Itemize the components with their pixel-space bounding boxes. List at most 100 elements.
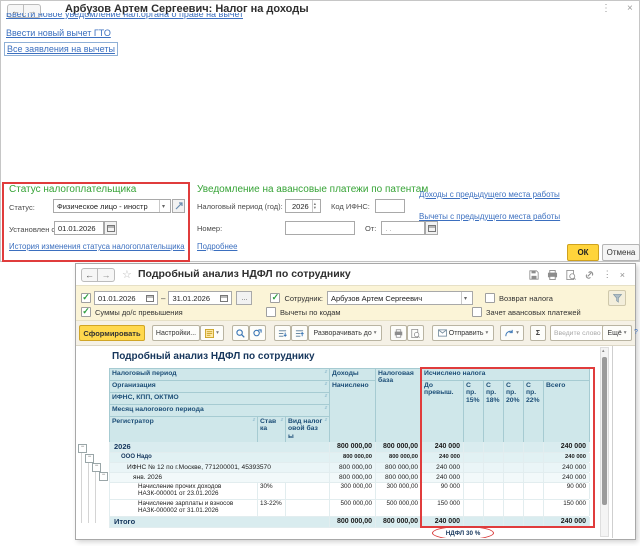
header-period[interactable]: Налоговый период↓↑ bbox=[110, 369, 330, 381]
tax-refund-checkbox[interactable] bbox=[485, 293, 495, 303]
header-total[interactable]: Всего bbox=[544, 381, 590, 443]
advance-offset-checkbox[interactable] bbox=[472, 307, 482, 317]
calendar-icon[interactable] bbox=[146, 294, 154, 302]
close-icon[interactable]: × bbox=[627, 4, 633, 14]
header-ifns[interactable]: ИФНС, КПП, ОКТМО↓↑ bbox=[110, 393, 330, 405]
header-tax-base-kind[interactable]: Вид налоговой базы↓↑ bbox=[286, 417, 330, 443]
cancel-button[interactable]: Отмена bbox=[602, 244, 640, 261]
period-input[interactable]: 2026 ▴▾ bbox=[285, 199, 321, 213]
more-actions-button[interactable]: Ещё▾ bbox=[602, 325, 632, 341]
help-link[interactable]: ? bbox=[634, 329, 638, 336]
tree-collapse-box[interactable]: − bbox=[78, 444, 87, 453]
preview-button[interactable] bbox=[407, 325, 424, 341]
find-next-button[interactable] bbox=[249, 325, 266, 341]
vertical-scrollbar[interactable]: ▴ bbox=[600, 347, 609, 537]
sort-icon[interactable]: ↓↑ bbox=[324, 370, 327, 379]
header-organization[interactable]: Организация↓↑ bbox=[110, 381, 330, 393]
link-previous-deductions[interactable]: Вычеты с предыдущего места работы bbox=[419, 212, 560, 221]
tree-collapse-box[interactable]: − bbox=[92, 463, 101, 472]
sort-icon[interactable]: ↓↑ bbox=[324, 406, 327, 415]
employee-checkbox[interactable]: ✓ bbox=[270, 293, 280, 303]
forward-button[interactable]: → bbox=[98, 268, 115, 282]
excess-sums-checkbox[interactable]: ✓ bbox=[81, 307, 91, 317]
header-month[interactable]: Месяц налогового периода↓↑ bbox=[110, 405, 330, 417]
sum-button[interactable]: Σ bbox=[530, 325, 546, 341]
report-variants-button[interactable]: ▾ bbox=[200, 325, 224, 341]
header-rate-20[interactable]: С пр. 20% bbox=[504, 381, 524, 443]
choose-period-button[interactable]: ... bbox=[236, 291, 252, 305]
collapse-groups-button[interactable] bbox=[274, 325, 291, 341]
chevron-down-icon[interactable]: ▾ bbox=[159, 200, 167, 212]
ifns-code-input[interactable] bbox=[375, 199, 405, 213]
sort-icon[interactable]: ↓↑ bbox=[324, 394, 327, 403]
sort-icon[interactable]: ↓↑ bbox=[280, 418, 283, 441]
scroll-up-icon[interactable]: ▴ bbox=[602, 349, 605, 354]
more-menu-icon[interactable]: ⋮ bbox=[603, 269, 612, 280]
link-all-applications[interactable]: Все заявления на вычеты bbox=[4, 42, 118, 56]
header-tax-base[interactable]: Налоговая база bbox=[376, 369, 422, 443]
tree-collapse-box[interactable]: − bbox=[85, 454, 94, 463]
find-button[interactable] bbox=[232, 325, 249, 341]
sort-icon[interactable]: ↓↑ bbox=[324, 418, 327, 441]
scrollbar-thumb[interactable] bbox=[602, 357, 607, 505]
open-status-button[interactable] bbox=[172, 199, 185, 213]
more-menu-icon[interactable]: ⋮ bbox=[601, 4, 611, 14]
sort-icon[interactable]: ↓↑ bbox=[252, 418, 255, 441]
back-button[interactable]: ← bbox=[81, 268, 98, 282]
link-new-notification-text[interactable]: Ввести новое уведомление нал.органа о пр… bbox=[6, 13, 243, 19]
link-previous-income[interactable]: Доходы с предыдущего места работы bbox=[419, 190, 560, 199]
close-icon[interactable]: × bbox=[620, 270, 625, 280]
generate-button[interactable]: Сформировать bbox=[79, 325, 145, 341]
print-button[interactable] bbox=[390, 325, 407, 341]
send-button[interactable]: Отправить▾ bbox=[432, 325, 494, 341]
calendar-icon[interactable] bbox=[220, 294, 228, 302]
header-before-excess[interactable]: До превыш. bbox=[422, 381, 464, 443]
calendar-button[interactable] bbox=[425, 221, 438, 235]
header-accrued[interactable]: Начислено bbox=[330, 381, 376, 443]
calendar-button[interactable] bbox=[104, 221, 117, 235]
link-new-gto-deduction[interactable]: Ввести новый вычет ГТО bbox=[6, 28, 111, 38]
header-rate-18[interactable]: С пр. 18% bbox=[484, 381, 504, 443]
link-details[interactable]: Подробнее bbox=[197, 242, 237, 251]
favorite-star-icon[interactable]: ☆ bbox=[122, 268, 132, 281]
related-links-button[interactable]: ▾ bbox=[500, 325, 524, 341]
table-row-organization[interactable]: ООО Надо 800 000,00 800 000,00 240 000 2… bbox=[109, 453, 589, 463]
header-calculated-tax[interactable]: Исчислено налога bbox=[422, 369, 590, 381]
table-row-year[interactable]: 2026 800 000,00 800 000,00 240 000 240 0… bbox=[109, 442, 589, 453]
link-status-history[interactable]: История изменения статуса налогоплательщ… bbox=[9, 242, 185, 251]
cell-r20 bbox=[504, 500, 524, 516]
deduction-codes-checkbox[interactable] bbox=[266, 307, 276, 317]
chevron-down-icon[interactable]: ▾ bbox=[461, 292, 469, 304]
expand-to-button[interactable]: Разворачивать до▾ bbox=[308, 325, 382, 341]
header-income[interactable]: Доходы bbox=[330, 369, 376, 381]
date-to-input[interactable]: 31.01.2026 bbox=[168, 291, 232, 305]
settings-button[interactable]: Настройки... bbox=[152, 325, 200, 341]
status-combobox[interactable]: Физическое лицо - иностр ▾ bbox=[53, 199, 171, 213]
table-row-total[interactable]: Итого 800 000,00 800 000,00 240 000 240 … bbox=[109, 517, 589, 528]
link-icon[interactable] bbox=[584, 270, 595, 280]
ok-button[interactable]: ОК bbox=[567, 244, 599, 261]
period-checkbox[interactable]: ✓ bbox=[81, 293, 91, 303]
header-rate[interactable]: Ставка↓↑ bbox=[258, 417, 286, 443]
set-from-date-input[interactable]: 01.01.2026 bbox=[54, 221, 104, 235]
expand-groups-button[interactable] bbox=[291, 325, 308, 341]
link-new-notification[interactable]: Ввести новое уведомление нал.органа о пр… bbox=[6, 13, 243, 22]
table-row-ifns[interactable]: ИФНС № 12 по г.Москве, 771200001, 453935… bbox=[109, 463, 589, 473]
date-from-input[interactable]: 01.01.2026 bbox=[94, 291, 158, 305]
header-rate-22[interactable]: С пр. 22% bbox=[524, 381, 544, 443]
print-icon[interactable] bbox=[547, 270, 558, 280]
header-rate-15[interactable]: С пр. 15% bbox=[464, 381, 484, 443]
from-date-input[interactable]: . . bbox=[381, 221, 425, 235]
table-row-document[interactable]: Начисление прочих доходов НАЗК-000001 от… bbox=[109, 483, 589, 500]
sort-icon[interactable]: ↓↑ bbox=[324, 382, 327, 391]
save-icon[interactable] bbox=[529, 270, 539, 280]
tree-collapse-box[interactable]: − bbox=[99, 472, 108, 481]
preview-icon[interactable] bbox=[566, 270, 576, 280]
header-registrar[interactable]: Регистратор↓↑ bbox=[110, 417, 258, 443]
filter-settings-button[interactable] bbox=[608, 290, 626, 306]
spinner-icon[interactable]: ▴▾ bbox=[312, 200, 317, 212]
employee-combobox[interactable]: Арбузов Артем Сергеевич ▾ bbox=[327, 291, 473, 305]
number-input[interactable] bbox=[285, 221, 355, 235]
table-row-document[interactable]: Начисление зарплаты и взносов НАЗК-00000… bbox=[109, 500, 589, 517]
table-row-month[interactable]: янв. 2026 800 000,00 800 000,00 240 000 … bbox=[109, 473, 589, 483]
